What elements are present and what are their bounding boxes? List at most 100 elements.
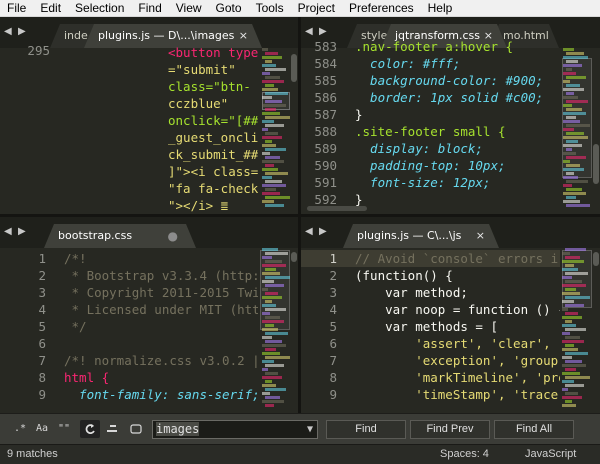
tab-bar: ◀ ▶ plugins.js — C\...\js × [301, 217, 600, 248]
minimap-line [265, 252, 288, 255]
minimap-line [565, 392, 578, 395]
tab-scroll-left-icon[interactable]: ◀ [4, 26, 12, 37]
minimap-line [565, 296, 590, 299]
scrollbar-thumb[interactable] [593, 144, 599, 184]
code-line: } [355, 107, 363, 122]
minimap-line [562, 396, 582, 399]
minimap-line [565, 272, 588, 275]
find-query: images [156, 422, 200, 436]
menu-view[interactable]: View [169, 0, 209, 17]
minimap-line [565, 312, 578, 315]
scrollbar-thumb[interactable] [291, 252, 297, 262]
menu-preferences[interactable]: Preferences [342, 0, 421, 17]
menu-file[interactable]: File [0, 0, 33, 17]
in-selection-toggle[interactable] [102, 420, 122, 438]
minimap[interactable] [562, 248, 592, 413]
tab-scroll-right-icon[interactable]: ▶ [18, 26, 26, 37]
tab-bootstrap-css[interactable]: bootstrap.css ● [44, 224, 196, 248]
minimap-line [262, 336, 272, 339]
chevron-down-icon[interactable]: ▼ [307, 421, 313, 438]
menu-help[interactable]: Help [421, 0, 460, 17]
minimap-line [566, 148, 572, 151]
minimap-line [566, 76, 586, 79]
find-button[interactable]: Find [326, 420, 406, 439]
tab-scroll-left-icon[interactable]: ◀ [305, 226, 313, 237]
whole-word-toggle[interactable]: "" [54, 420, 74, 438]
menu-find[interactable]: Find [131, 0, 168, 17]
code-area[interactable]: 295 <button type ="submit" class="btn- c… [0, 43, 258, 214]
line-number: 584 [314, 56, 337, 71]
minimap-line [262, 376, 282, 379]
code-area[interactable]: 1 2 3 4 5 6 7 8 9 /*! * Bootstrap v3.3.4… [0, 248, 258, 413]
tab-scroll-left-icon[interactable]: ◀ [4, 226, 12, 237]
line-number: 1 [38, 251, 46, 266]
code-area[interactable]: 583 584 585 586 587 588 589 590 591 592 … [301, 39, 560, 214]
minimap-line [565, 256, 580, 259]
tab-plugins-js-js[interactable]: plugins.js — C\...\js × [343, 224, 499, 248]
find-all-button[interactable]: Find All [494, 420, 574, 439]
scrollbar-thumb[interactable] [291, 54, 297, 82]
menu-edit[interactable]: Edit [33, 0, 68, 17]
unsaved-dot-icon[interactable]: ● [168, 224, 178, 248]
minimap-line [265, 348, 276, 351]
minimap-line [262, 192, 280, 195]
minimap-line [262, 48, 268, 51]
syntax-selector[interactable]: JavaScript [525, 445, 576, 464]
minimap-line [565, 344, 574, 347]
minimap-line [265, 292, 278, 295]
minimap-line [562, 324, 576, 327]
line-number: 1 [329, 251, 337, 266]
line-number: 583 [314, 39, 337, 54]
vertical-scrollbar[interactable] [592, 48, 600, 214]
minimap-line [563, 56, 588, 59]
tab-label: plugins.js — D\...\images [98, 29, 235, 42]
vertical-scrollbar[interactable] [290, 48, 298, 214]
line-number: 590 [314, 158, 337, 173]
minimap-line [265, 172, 288, 175]
editor-pane-top-right: ◀ ▶ style mo.html jqtransform.css × 583 … [301, 17, 600, 214]
tab-scroll-right-icon[interactable]: ▶ [18, 226, 26, 237]
close-tab-icon[interactable]: × [476, 224, 485, 248]
minimap[interactable] [262, 48, 290, 214]
case-sensitive-toggle[interactable]: Aa [32, 420, 52, 438]
minimap-line [562, 276, 572, 279]
minimap-line [262, 280, 274, 283]
menu-project[interactable]: Project [291, 0, 342, 17]
menu-tools[interactable]: Tools [249, 0, 291, 17]
find-input[interactable]: images ▼ [152, 420, 318, 439]
code-area[interactable]: 1 2 3 4 5 6 7 8 9 // Avoid `console` err… [301, 248, 560, 413]
minimap-line [566, 140, 578, 143]
minimap[interactable] [562, 48, 592, 214]
tab-scroll-left-icon[interactable]: ◀ [305, 26, 313, 37]
tab-scroll-right-icon[interactable]: ▶ [319, 26, 327, 37]
vertical-scrollbar[interactable] [592, 248, 600, 413]
horizontal-pane-divider[interactable] [0, 214, 600, 217]
scrollbar-thumb[interactable] [593, 252, 599, 266]
regex-toggle[interactable]: .* [10, 420, 30, 438]
menu-goto[interactable]: Goto [209, 0, 249, 17]
menu-selection[interactable]: Selection [68, 0, 131, 17]
minimap-line [566, 172, 574, 175]
tab-scroll-right-icon[interactable]: ▶ [319, 226, 327, 237]
code-line: "></i> ≣ [168, 198, 229, 213]
line-number: 591 [314, 175, 337, 190]
minimap-line [566, 52, 584, 55]
vertical-scrollbar[interactable] [290, 248, 298, 413]
minimap-line [265, 140, 272, 143]
minimap-line [265, 100, 282, 103]
find-prev-button[interactable]: Find Prev [410, 420, 490, 439]
minimap-line [265, 356, 290, 359]
minimap-line [563, 192, 586, 195]
minimap-line [265, 300, 272, 303]
minimap-line [565, 336, 580, 339]
minimap-line [262, 184, 286, 187]
minimap-line [565, 288, 576, 291]
highlight-matches-toggle[interactable] [126, 420, 146, 438]
horizontal-scrollbar[interactable] [307, 206, 367, 211]
wrap-toggle[interactable] [80, 420, 100, 438]
minimap-line [566, 84, 580, 87]
minimap[interactable] [260, 248, 290, 413]
minimap-line [563, 168, 584, 171]
indentation-setting[interactable]: Spaces: 4 [440, 445, 489, 464]
minimap-line [563, 96, 578, 99]
